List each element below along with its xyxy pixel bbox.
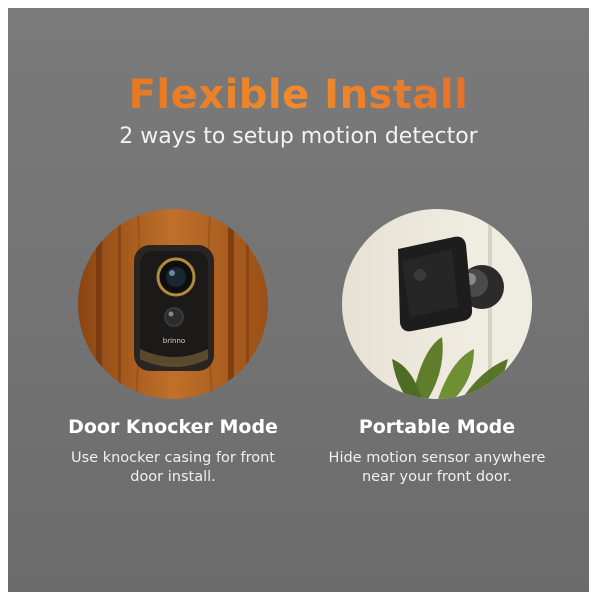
- door-knocker-mode-description: Use knocker casing for front door instal…: [28, 449, 318, 487]
- brand-mark: brinno: [163, 337, 185, 345]
- page-subtitle: 2 ways to setup motion detector: [119, 124, 478, 149]
- door-knocker-camera-icon: brinno: [78, 209, 268, 399]
- door-knocker-mode-title: Door Knocker Mode: [68, 416, 278, 438]
- description-line: Hide motion sensor anywhere: [328, 450, 546, 466]
- portable-mode-image: [342, 209, 532, 399]
- portable-mode-title: Portable Mode: [358, 416, 516, 438]
- description-line: near your front door.: [361, 469, 513, 485]
- feature-panel: Flexible Install 2 ways to setup motion …: [8, 8, 589, 592]
- door-knocker-image: brinno: [78, 209, 268, 399]
- portable-mode-description: Hide motion sensor anywhere near your fr…: [292, 449, 582, 487]
- description-line: Use knocker casing for front: [71, 450, 275, 466]
- page-title: Flexible Install: [8, 72, 589, 118]
- description-line: door install.: [130, 469, 216, 485]
- wall-mounted-camera-icon: [342, 209, 532, 399]
